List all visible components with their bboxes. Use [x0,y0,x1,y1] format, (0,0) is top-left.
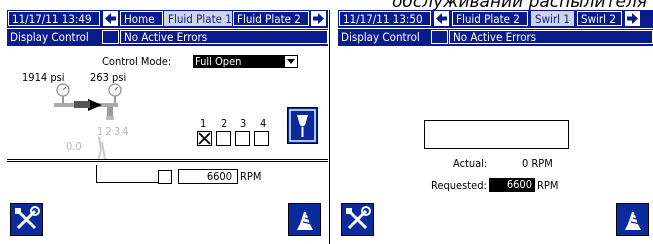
valve-checkbox-4[interactable] [254,131,269,146]
status-indicator [431,30,448,44]
actual-value: 0 RPM [522,157,553,170]
checkbox-number-3: 3 [240,117,247,130]
spray-setup-button[interactable] [288,203,321,236]
tab-fluid-plate-2[interactable]: Fluid Plate 2 [452,11,528,26]
requested-input[interactable]: 6600 [489,178,535,192]
arrow-right-icon [313,13,324,24]
speed-unit: RPM [240,170,262,183]
tab-swirl-2[interactable]: Swirl 2 [577,11,622,26]
spray-gun-button[interactable] [287,107,318,144]
arrow-left-icon [105,13,116,24]
chevron-down-icon [285,56,297,67]
spray-setup-button[interactable] [616,203,649,236]
speed-input[interactable]: 6600 [178,169,238,184]
divider [7,159,328,160]
valve-numbers-grey: 1 2 3 4 [97,125,129,138]
control-mode-select[interactable]: Full Open [193,55,298,68]
arrow-left-icon [436,13,447,24]
speed-value: 6600 [206,170,232,183]
checkbox-number-4: 4 [260,117,267,130]
status-bar: Display Control No Active Errors [338,29,653,46]
control-mode-value: Full Open [195,55,242,68]
maintenance-button[interactable] [341,203,374,236]
maintenance-button[interactable] [10,203,43,236]
screen-name: Display Control [341,30,420,44]
tab-fluid-plate-1[interactable]: Fluid Plate 1 [164,11,232,26]
arrow-right-icon [627,13,638,24]
status-indicator [102,30,119,44]
connector-line [96,165,97,183]
status-bar: Display Control No Active Errors [7,29,328,46]
screen-name: Display Control [10,30,89,44]
checkbox-number-1: 1 [200,117,207,130]
tools-icon [346,206,371,230]
error-status: No Active Errors [453,30,537,44]
speed-checkbox[interactable] [158,170,172,184]
nav-back-button[interactable] [434,11,449,26]
flow-value-grey: 0.0 [66,140,82,153]
datetime: 11/17/11 13:50 [339,11,431,26]
tab-bar: 11/17/11 13:49 Home Fluid Plate 1 Fluid … [7,10,328,28]
nav-forward-button[interactable] [311,11,326,26]
error-status-box: No Active Errors [449,30,653,44]
tab-swirl-1[interactable]: Swirl 1 [531,11,574,26]
tools-icon [15,206,40,230]
check-x-icon [198,132,211,145]
valve-checkbox-2[interactable] [216,131,231,146]
connector-line [96,182,159,183]
valve-checkbox-1[interactable] [197,131,212,146]
value-input[interactable] [424,120,569,149]
spray-bell-icon [625,212,641,230]
right-screen: 11/17/11 13:50 Fluid Plate 2 Swirl 1 Swi… [338,10,653,244]
checkbox-number-2: 2 [221,117,228,130]
nav-back-button[interactable] [103,11,118,26]
requested-unit: RPM [537,179,559,192]
error-status-box: No Active Errors [120,30,328,44]
valve-diagram-icon [54,83,122,161]
error-status: No Active Errors [124,30,208,44]
nav-forward-button[interactable] [625,11,640,26]
divider [7,161,328,162]
spray-gun-icon [289,109,316,142]
left-screen: 11/17/11 13:49 Home Fluid Plate 1 Fluid … [7,10,328,244]
actual-label: Actual: [453,157,488,170]
control-mode-label: Control Mode: [102,55,172,68]
datetime: 11/17/11 13:49 [8,11,100,26]
screen-divider [329,10,330,244]
requested-label: Requested: [431,179,487,192]
tab-fluid-plate-2[interactable]: Fluid Plate 2 [233,11,309,26]
valve-checkbox-3[interactable] [235,131,250,146]
tab-home[interactable]: Home [120,11,163,26]
tab-bar: 11/17/11 13:50 Fluid Plate 2 Swirl 1 Swi… [338,10,653,28]
spray-bell-icon [297,212,313,230]
